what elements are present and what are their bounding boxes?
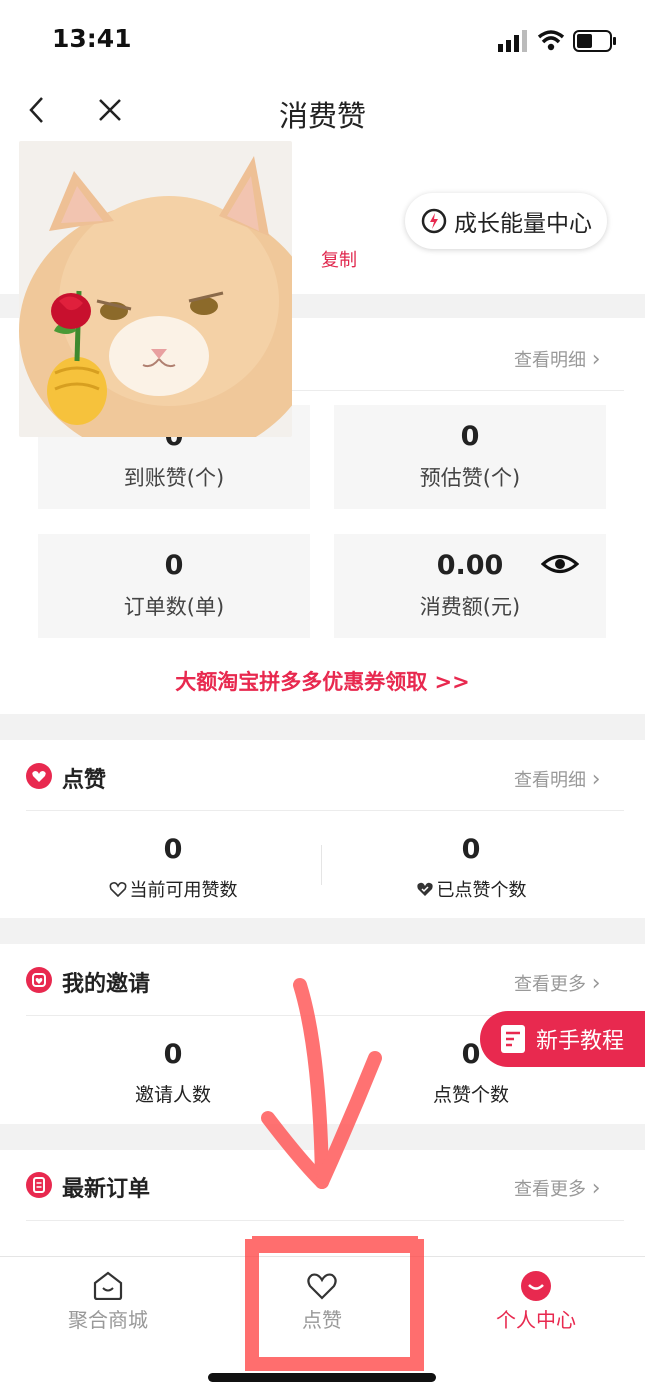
invite-likes-label: 点赞个数 [432, 1084, 509, 1106]
signal-icon [498, 30, 527, 52]
tab-mall[interactable]: 聚合商城 [54, 1268, 162, 1336]
stat-estimated-likes: 0 预估赞(个) [334, 405, 606, 509]
divider [26, 1220, 624, 1221]
stat-order-count: 0 订单数(单) [38, 534, 310, 638]
tab-profile-label: 个人中心 [496, 1308, 576, 1332]
tab-profile[interactable]: 个人中心 [486, 1268, 586, 1336]
stat-consume-amount: 0.00 消费额(元) [334, 534, 606, 638]
document-icon [501, 1025, 525, 1053]
order-list-icon [26, 1172, 52, 1198]
tutorial-button[interactable]: 新手教程 [480, 1011, 645, 1067]
likes-view-detail-link[interactable]: 查看明细 › [514, 766, 601, 792]
tab-likes-label: 点赞 [302, 1308, 342, 1332]
invite-view-more-link[interactable]: 查看更多 › [514, 970, 601, 996]
stat-label: 消费额(元) [419, 595, 521, 619]
orders-card [0, 1150, 645, 1256]
divider [26, 810, 624, 811]
heart-check-icon [416, 882, 433, 896]
likes-available-label: 当前可用赞数 [129, 880, 238, 901]
likes-title: 点赞 [62, 768, 107, 793]
invite-count-label: 邀请人数 [134, 1084, 211, 1106]
invite-heart-icon [26, 967, 52, 993]
cat-sticker-image [19, 141, 292, 437]
orders-title: 最新订单 [62, 1177, 151, 1202]
coupon-link[interactable]: 大额淘宝拼多多优惠券领取 >> [0, 666, 645, 696]
stat-label: 订单数(单) [123, 595, 225, 619]
growth-center-button[interactable]: 成长能量中心 [405, 193, 607, 249]
stat-label: 到账赞(个) [123, 466, 225, 490]
stat-value: 0 [164, 550, 184, 581]
invite-count-value: 0 [163, 1039, 183, 1070]
tab-mall-label: 聚合商城 [68, 1308, 148, 1332]
invite-title: 我的邀请 [62, 972, 151, 997]
battery-icon [573, 30, 616, 52]
heart-outline-icon [109, 882, 126, 897]
tab-likes[interactable]: 点赞 [280, 1268, 364, 1336]
wifi-icon [537, 30, 565, 51]
likes-available-value: 0 [163, 834, 183, 865]
stat-value: 0 [460, 421, 480, 452]
stat-label: 预估赞(个) [419, 466, 521, 490]
likes-given-value: 0 [461, 834, 481, 865]
energy-icon [421, 208, 447, 234]
page-title: 消费赞 [278, 99, 366, 133]
hand-heart-icon [26, 763, 52, 789]
likes-given-label-row: 已点赞个数 [322, 876, 620, 902]
home-indicator [208, 1373, 436, 1382]
eye-icon[interactable] [541, 553, 579, 575]
home-icon [93, 1271, 123, 1300]
growth-center-label: 成长能量中心 [454, 211, 592, 237]
status-time: 13:41 [52, 24, 132, 53]
tutorial-label: 新手教程 [536, 1029, 625, 1054]
consume-view-detail-link[interactable]: 查看明细 › [514, 346, 601, 372]
orders-view-more-link[interactable]: 查看更多 › [514, 1175, 601, 1201]
smile-icon [521, 1271, 551, 1301]
copy-button[interactable]: 复制 [321, 246, 357, 272]
likes-given-label: 已点赞个数 [436, 880, 527, 901]
likes-available-label-row: 当前可用赞数 [22, 876, 324, 902]
heart-icon [307, 1273, 337, 1300]
